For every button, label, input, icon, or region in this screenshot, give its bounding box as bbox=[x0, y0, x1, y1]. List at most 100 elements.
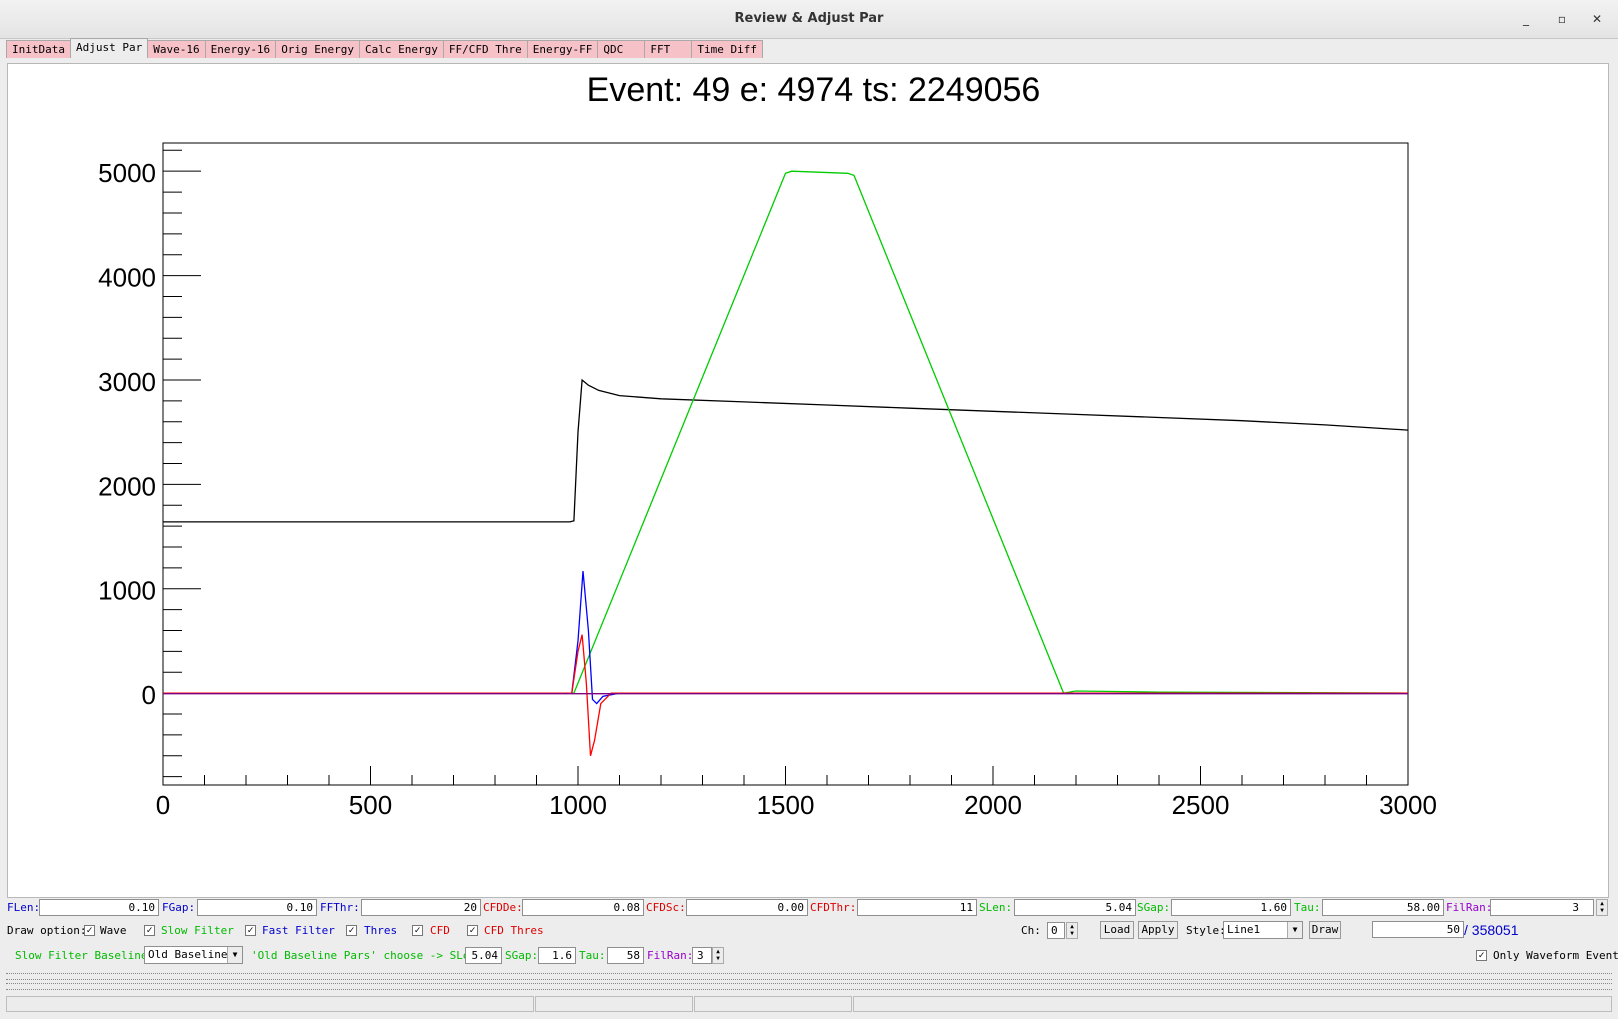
tab-time-diff[interactable]: Time Diff bbox=[691, 40, 763, 58]
tab-energy-16[interactable]: Energy-16 bbox=[204, 40, 277, 58]
plot-frame bbox=[162, 142, 1409, 786]
x-tick-label: 0 bbox=[156, 790, 170, 820]
baseline-tau-field[interactable]: 58 bbox=[607, 947, 644, 964]
baseline-row: Slow Filter Baseline: Old Baseline ▼ 'Ol… bbox=[0, 946, 1618, 966]
tab-bar: InitData Adjust Par Wave-16 Energy-16 Or… bbox=[6, 38, 763, 60]
fast-filter-checkbox-label: Fast Filter bbox=[262, 924, 335, 937]
flen-label: FLen: bbox=[7, 901, 41, 914]
slen-field[interactable]: 5.04 bbox=[1014, 899, 1136, 916]
tab-wave-16[interactable]: Wave-16 bbox=[147, 40, 206, 58]
cfdsc-label: CFDSc: bbox=[646, 901, 686, 914]
event-number-field[interactable]: 50 bbox=[1372, 921, 1464, 938]
draw-button[interactable]: Draw bbox=[1309, 921, 1341, 939]
cfd-thres-checkbox[interactable]: ✓ bbox=[467, 925, 478, 936]
x-tick-label: 2000 bbox=[964, 790, 1022, 820]
style-select[interactable]: Line1 ▼ bbox=[1223, 921, 1303, 939]
fast-filter-checkbox[interactable]: ✓ bbox=[245, 925, 256, 936]
separator bbox=[6, 983, 1612, 990]
maximize-button[interactable]: ▫ bbox=[1553, 10, 1571, 28]
baseline-label: Slow Filter Baseline: bbox=[15, 949, 155, 962]
x-tick-label: 1000 bbox=[549, 790, 607, 820]
cfd-checkbox-label: CFD bbox=[430, 924, 450, 937]
draw-options-row: Draw option: ✓ Wave ✓ Slow Filter ✓ Fast… bbox=[0, 921, 1618, 941]
tab-energy-ff[interactable]: Energy-FF bbox=[526, 40, 599, 58]
baseline-tau-label: Tau: bbox=[579, 949, 606, 962]
tau-label: Tau: bbox=[1294, 901, 1321, 914]
slen-label: SLen: bbox=[979, 901, 1013, 914]
baseline-sgap-field[interactable]: 1.6 bbox=[538, 947, 576, 964]
series-line-2 bbox=[163, 570, 1408, 705]
tab-orig-energy[interactable]: Orig Energy bbox=[275, 40, 361, 58]
filran-field[interactable]: 3 bbox=[1490, 899, 1594, 916]
style-select-value: Line1 bbox=[1227, 923, 1261, 936]
y-tick-label: 3000 bbox=[98, 367, 156, 397]
sgap-field[interactable]: 1.60 bbox=[1171, 899, 1291, 916]
event-total-label: / 358051 bbox=[1464, 922, 1519, 938]
only-waveform-event-checkbox[interactable]: ✓ bbox=[1476, 950, 1487, 961]
wave-checkbox-label: Wave bbox=[100, 924, 127, 937]
fgap-label: FGap: bbox=[162, 901, 196, 914]
flen-field[interactable]: 0.10 bbox=[39, 899, 159, 916]
cfdde-field[interactable]: 0.08 bbox=[522, 899, 644, 916]
cfd-checkbox[interactable]: ✓ bbox=[412, 925, 423, 936]
x-tick-label: 3000 bbox=[1379, 790, 1437, 820]
tau-field[interactable]: 58.00 bbox=[1322, 899, 1444, 916]
tab-ff-cfd-thre[interactable]: FF/CFD Thre bbox=[442, 40, 528, 58]
close-button[interactable]: ✕ bbox=[1588, 10, 1606, 28]
ffthr-label: FFThr: bbox=[320, 901, 360, 914]
series-line-1 bbox=[163, 170, 1409, 694]
waveform-plot[interactable]: Event: 49 e: 4974 ts: 2249056 0 1000 2000 30… bbox=[8, 64, 1608, 897]
y-tick-label: 5000 bbox=[98, 158, 156, 188]
baseline-filran-field[interactable]: 3 bbox=[692, 947, 712, 964]
cfdthr-label: CFDThr: bbox=[810, 901, 857, 914]
apply-button[interactable]: Apply bbox=[1138, 921, 1178, 939]
status-segment bbox=[853, 996, 1612, 1012]
y-tick-label: 2000 bbox=[98, 471, 156, 501]
status-segment bbox=[535, 996, 693, 1012]
wave-checkbox[interactable]: ✓ bbox=[84, 925, 95, 936]
status-segment bbox=[694, 996, 852, 1012]
ffthr-field[interactable]: 20 bbox=[361, 899, 481, 916]
cfdthr-field[interactable]: 11 bbox=[857, 899, 977, 916]
tab-initdata[interactable]: InitData bbox=[6, 40, 71, 58]
filran-label: FilRan: bbox=[1446, 901, 1493, 914]
slow-filter-checkbox[interactable]: ✓ bbox=[144, 925, 155, 936]
baseline-select-value: Old Baseline bbox=[148, 948, 228, 961]
plot-canvas[interactable]: Event: 49 e: 4974 ts: 2249056 0 1000 2000 30… bbox=[7, 63, 1609, 898]
style-label: Style: bbox=[1186, 924, 1226, 937]
only-waveform-event-label: Only Waveform Event bbox=[1493, 949, 1618, 962]
tab-qdc[interactable]: QDC bbox=[597, 40, 646, 58]
tab-adjust-par[interactable]: Adjust Par bbox=[69, 38, 149, 58]
series-line-3 bbox=[163, 634, 1408, 756]
filran-spinner[interactable]: ▲ ▼ bbox=[1596, 899, 1608, 916]
baseline-sgap-label: SGap: bbox=[505, 949, 539, 962]
tab-calc-energy[interactable]: Calc Energy bbox=[359, 40, 444, 58]
thres-checkbox[interactable]: ✓ bbox=[346, 925, 357, 936]
channel-field[interactable]: 0 bbox=[1047, 922, 1065, 939]
baseline-filran-label: FilRan: bbox=[647, 949, 694, 962]
baseline-choose-text: 'Old Baseline Pars' choose -> SLen: bbox=[251, 949, 483, 962]
y-tick-label: 0 bbox=[142, 680, 156, 710]
baseline-slen-field[interactable]: 5.04 bbox=[465, 947, 502, 964]
x-tick-label: 500 bbox=[349, 790, 392, 820]
status-segment bbox=[6, 996, 534, 1012]
baseline-select[interactable]: Old Baseline ▼ bbox=[144, 946, 243, 964]
thres-checkbox-label: Thres bbox=[364, 924, 398, 937]
tab-fft[interactable]: FFT bbox=[644, 40, 693, 58]
slow-filter-checkbox-label: Slow Filter bbox=[161, 924, 234, 937]
minimize-button[interactable]: _ bbox=[1517, 10, 1535, 28]
cfd-thres-checkbox-label: CFD Thres bbox=[484, 924, 544, 937]
load-button[interactable]: Load bbox=[1100, 921, 1134, 939]
window-titlebar: Review & Adjust Par _ ▫ ✕ bbox=[0, 0, 1618, 39]
x-tick-label: 2500 bbox=[1172, 790, 1230, 820]
channel-spinner[interactable]: ▲ ▼ bbox=[1066, 922, 1078, 939]
series-line-0 bbox=[163, 378, 1409, 523]
status-bar bbox=[6, 996, 1612, 1013]
cfdsc-field[interactable]: 0.00 bbox=[686, 899, 808, 916]
x-tick-label: 1500 bbox=[757, 790, 815, 820]
fgap-field[interactable]: 0.10 bbox=[197, 899, 317, 916]
plot-title: Event: 49 e: 4974 ts: 2249056 bbox=[587, 71, 1041, 109]
separator bbox=[6, 973, 1612, 980]
baseline-filran-spinner[interactable]: ▲ ▼ bbox=[712, 947, 724, 964]
chevron-down-icon: ▼ bbox=[227, 947, 242, 963]
